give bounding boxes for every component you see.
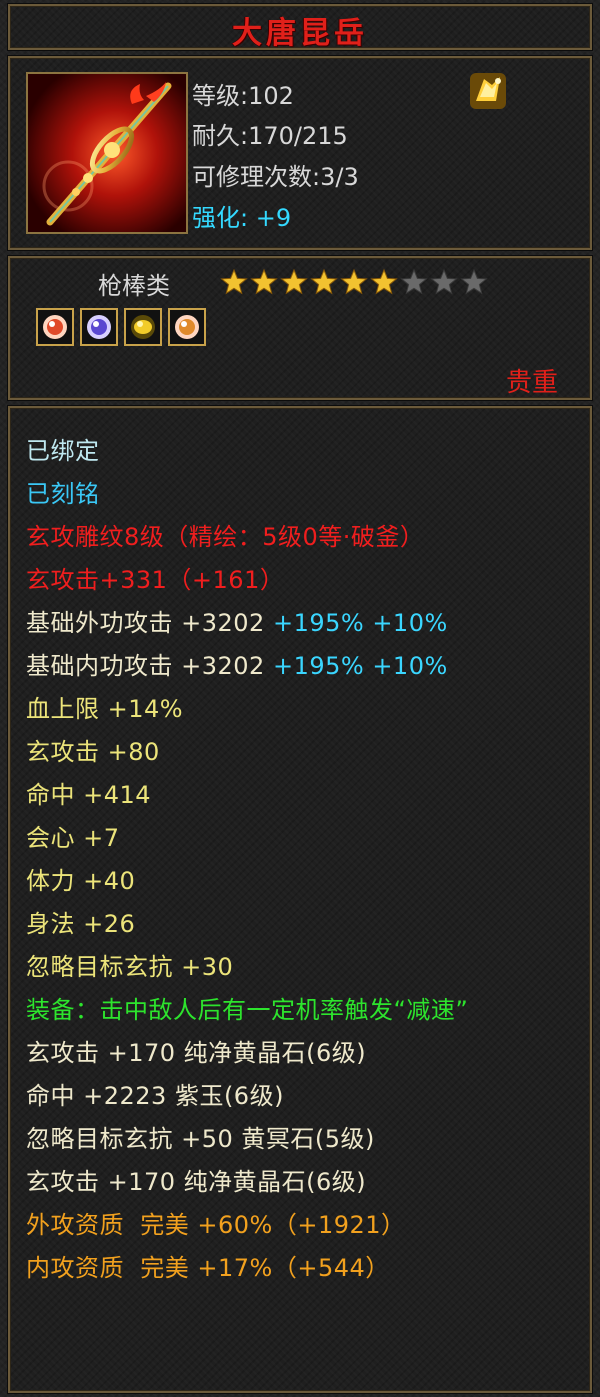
weapon-category: 枪棒类 (98, 272, 170, 300)
engraved-status: 已刻铭 (26, 480, 100, 508)
equip-effect-line: 装备：击中敌人后有一定机率触发“减速” (26, 996, 469, 1024)
weapon-icon[interactable] (26, 72, 188, 234)
item-durability: 耐久:170/215 (192, 122, 348, 150)
gem-stat-line: 忽略目标玄抗 +50 黄冥石(5级) (26, 1125, 375, 1153)
gem-slot[interactable] (168, 308, 206, 346)
category-panel: 枪棒类 贵重 (8, 256, 592, 400)
title-panel: 大唐昆岳 (8, 4, 592, 51)
enhance-value: +9 (255, 204, 292, 232)
gem-stat-line: 命中 +2223 紫玉(6级) (26, 1082, 284, 1110)
gem-slot[interactable] (80, 308, 118, 346)
empty-star-icon (400, 268, 428, 295)
attributes-panel: 已绑定 已刻铭 玄攻雕纹8级（精绘：5级0等·破釜） 玄攻击+331（+161）… (8, 406, 592, 1393)
xuan-attack-line: 玄攻击+331（+161） (26, 566, 285, 594)
yellow-jewel-icon (131, 315, 155, 339)
filled-star-icon (310, 268, 338, 295)
filled-star-icon (370, 268, 398, 295)
stat-line: 忽略目标玄抗 +30 (26, 953, 234, 981)
item-tooltip: 大唐昆岳 等级:102 耐久:170/215 可修理次数:3/3 强化: +9 … (0, 0, 600, 1397)
quality-line: 内攻资质 完美 +17%（+544） (26, 1254, 390, 1282)
info-panel: 等级:102 耐久:170/215 可修理次数:3/3 强化: +9 (8, 56, 592, 250)
gem-slot[interactable] (124, 308, 162, 346)
gem-slots (36, 308, 206, 346)
filled-star-icon (280, 268, 308, 295)
star-rating (220, 268, 488, 296)
stat-line: 身法 +26 (26, 910, 136, 938)
quality-line: 外攻资质 完美 +60%（+1921） (26, 1211, 406, 1239)
enhance-label: 强化: (192, 204, 249, 232)
stat-line: 会心 +7 (26, 824, 120, 852)
item-name: 大唐昆岳 (232, 16, 368, 51)
purple-jewel-icon (87, 315, 111, 339)
gem-slot[interactable] (36, 308, 74, 346)
empty-star-icon (430, 268, 458, 295)
item-level: 等级:102 (192, 82, 294, 110)
filled-star-icon (340, 268, 368, 295)
stat-line: 玄攻击 +80 (26, 738, 160, 766)
outer-attack-label: 基础外功攻击 +3202 (26, 609, 265, 637)
rarity-label: 贵重 (505, 368, 558, 398)
stat-line: 体力 +40 (26, 867, 136, 895)
stat-line: 血上限 +14% (26, 695, 184, 723)
item-enhance: 强化: +9 (192, 198, 291, 233)
item-repair-count: 可修理次数:3/3 (192, 163, 359, 191)
outer-attack-bonus: +195% +10% (272, 609, 448, 637)
filled-star-icon (250, 268, 278, 295)
gem-stat-line: 玄攻击 +170 纯净黄晶石(6级) (26, 1039, 367, 1067)
inner-attack-label: 基础内功攻击 +3202 (26, 652, 265, 680)
red-jewel-icon (43, 315, 67, 339)
gold-seal-icon[interactable] (468, 71, 508, 111)
inner-attack-line: 基础内功攻击 +3202 +195% +10% (26, 645, 586, 688)
gem-stat-line: 玄攻击 +170 纯净黄晶石(6级) (26, 1168, 367, 1196)
carving-line: 玄攻雕纹8级（精绘：5级0等·破釜） (26, 523, 425, 551)
outer-attack-line: 基础外功攻击 +3202 +195% +10% (26, 602, 586, 645)
inner-attack-bonus: +195% +10% (272, 652, 448, 680)
stat-line: 命中 +414 (26, 781, 152, 809)
empty-star-icon (460, 268, 488, 295)
red-jewel-icon (175, 315, 199, 339)
filled-star-icon (220, 268, 248, 295)
bound-status: 已绑定 (26, 437, 100, 465)
